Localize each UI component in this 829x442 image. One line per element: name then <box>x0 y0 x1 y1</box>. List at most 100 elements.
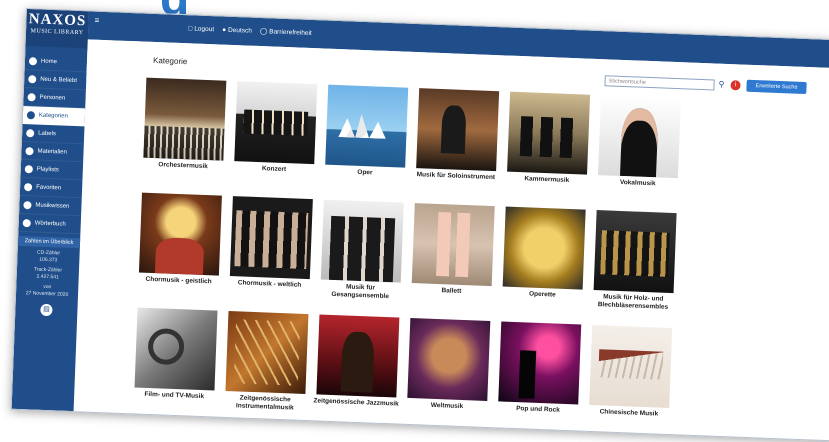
language-label: Deutsch <box>227 26 253 35</box>
category-thumbnail[interactable] <box>143 77 227 161</box>
app-window: NAXOS MUSIC LIBRARY Home Neu & Beliebt P… <box>10 8 829 442</box>
category-tile[interactable]: Zeitgenössische Jazzmusik <box>311 314 403 429</box>
category-thumbnail[interactable] <box>316 314 400 398</box>
track-counter-value: 2.427.541 <box>36 273 59 281</box>
document-icon <box>25 146 34 155</box>
category-thumbnail[interactable] <box>138 192 222 276</box>
naxos-logo[interactable]: NAXOS MUSIC LIBRARY <box>25 9 89 49</box>
category-tile[interactable]: Weltmusik <box>402 317 494 433</box>
sidebar-item-playlists[interactable]: Playlists <box>20 159 84 181</box>
search-icon[interactable]: ⚲ <box>718 80 724 89</box>
category-label[interactable]: Pop und Rock <box>494 404 582 415</box>
cd-counter: CD-Zähler 106.373 <box>17 249 79 265</box>
page-title: Kategorie <box>152 55 188 67</box>
category-thumbnail[interactable] <box>411 203 495 287</box>
sidebar: NAXOS MUSIC LIBRARY Home Neu & Beliebt P… <box>11 9 89 412</box>
category-tile[interactable]: Chinesische Musik <box>584 324 676 440</box>
category-grid: Orchestermusik Konzert Oper Musik für Soloi… <box>129 77 685 441</box>
category-thumbnail[interactable] <box>598 95 682 179</box>
category-thumbnail[interactable] <box>416 88 500 172</box>
category-label[interactable]: Operette <box>498 289 586 300</box>
category-thumbnail[interactable] <box>320 199 404 283</box>
category-label[interactable]: Vokalmusik <box>594 178 682 189</box>
home-icon <box>28 56 38 65</box>
category-label[interactable]: Orchestermusik <box>139 160 227 171</box>
sidebar-nav: Home Neu & Beliebt Personen Kategorien L… <box>18 52 88 235</box>
category-thumbnail[interactable] <box>507 91 591 175</box>
sidebar-item-people[interactable]: Personen <box>23 87 86 109</box>
category-label[interactable]: Ballett <box>407 286 495 297</box>
category-label[interactable]: Musik für Holz- und Blechbläserensembles <box>589 293 678 312</box>
sidebar-item-label: Musikwissen <box>35 202 70 210</box>
category-label[interactable]: Oper <box>321 167 409 178</box>
menu-toggle-icon[interactable]: ≡ <box>94 16 99 25</box>
sidebar-item-label: Wörterbuch <box>34 219 66 228</box>
advanced-search-button[interactable]: Erweiterte Suche <box>746 79 807 95</box>
category-tile[interactable]: Oper <box>320 84 412 200</box>
dictionary-icon <box>22 218 31 227</box>
sidebar-item-labels[interactable]: Labels <box>21 123 85 145</box>
category-thumbnail[interactable] <box>589 324 673 408</box>
category-tile[interactable]: Kammermusik <box>502 91 594 206</box>
category-thumbnail[interactable] <box>134 307 218 391</box>
category-thumbnail[interactable] <box>325 84 409 168</box>
category-label[interactable]: Chinesische Musik <box>585 408 673 419</box>
sidebar-item-new-popular[interactable]: Neu & Beliebt <box>23 69 87 91</box>
category-thumbnail[interactable] <box>498 321 582 405</box>
sidebar-item-dictionary[interactable]: Wörterbuch <box>18 213 82 235</box>
category-tile[interactable]: Ballett <box>407 203 499 318</box>
sidebar-item-materials[interactable]: Materialien <box>21 141 84 163</box>
category-label[interactable]: Konzert <box>230 164 318 175</box>
sidebar-item-label: Playlists <box>36 166 59 173</box>
category-label[interactable]: Zeitgenössische Instrumentalmusik <box>221 394 310 413</box>
category-label[interactable]: Musik für Gesangsensemble <box>316 282 405 301</box>
category-tile[interactable]: Musik für Gesangsensemble <box>316 199 408 314</box>
category-tile[interactable]: Vokalmusik <box>593 95 685 210</box>
category-tile[interactable]: Musik für Holz- und Blechbläserensembles <box>588 210 680 325</box>
category-tile[interactable]: Chormusik - geistlich <box>134 192 226 307</box>
sidebar-item-label: Labels <box>38 130 56 137</box>
playlist-icon <box>24 164 33 173</box>
database-icon[interactable]: ▤ <box>40 303 53 317</box>
category-tile[interactable]: Zeitgenössische Instrumentalmusik <box>220 310 312 426</box>
sidebar-item-label: Materialien <box>37 148 67 156</box>
logout-label: Logout <box>194 24 215 33</box>
category-thumbnail[interactable] <box>593 210 677 294</box>
stats-box[interactable]: Zahlen im Überblick <box>17 235 81 249</box>
category-thumbnail[interactable] <box>229 196 313 280</box>
category-tile[interactable]: Orchestermusik <box>138 77 230 193</box>
category-thumbnail[interactable] <box>502 206 586 290</box>
sidebar-item-label: Favoriten <box>36 184 62 191</box>
logout-icon: □ <box>188 24 193 32</box>
category-tile[interactable]: Chormusik - weltlich <box>225 196 317 311</box>
category-label[interactable]: Kammermusik <box>503 174 591 185</box>
sidebar-item-label: Home <box>40 58 58 65</box>
heart-icon <box>23 182 33 191</box>
category-tile[interactable]: Operette <box>497 206 589 321</box>
counter-date-value: 27 November 2020 <box>25 290 69 298</box>
category-label[interactable]: Chormusik - weltlich <box>225 279 313 290</box>
category-tile[interactable]: Konzert <box>229 81 321 196</box>
accessibility-link[interactable]: ◯ Barrierefreiheit <box>260 27 312 37</box>
category-thumbnail[interactable] <box>407 317 491 401</box>
category-thumbnail[interactable] <box>225 310 309 395</box>
globe-icon: ● <box>222 26 227 34</box>
logout-link[interactable]: □ Logout <box>188 24 214 33</box>
category-tile[interactable]: Musik für Soloinstrument <box>411 88 503 203</box>
category-label[interactable]: Zeitgenössische Jazzmusik <box>312 397 400 408</box>
sidebar-item-home[interactable]: Home <box>24 52 88 73</box>
category-label[interactable]: Weltmusik <box>403 401 491 412</box>
sidebar-item-favorites[interactable]: Favoriten <box>19 177 83 199</box>
sidebar-item-categories[interactable]: Kategorien <box>22 105 86 127</box>
category-label[interactable]: Film- und TV-Musik <box>130 390 218 401</box>
category-label[interactable]: Musik für Soloinstrument <box>412 171 500 182</box>
category-tile[interactable]: Film- und TV-Musik <box>129 307 221 422</box>
sidebar-item-label: Neu & Beliebt <box>40 76 78 84</box>
category-thumbnail[interactable] <box>234 81 318 165</box>
sidebar-item-music-knowledge[interactable]: Musikwissen <box>19 195 82 217</box>
category-tile[interactable]: Pop und Rock <box>493 321 585 436</box>
person-icon <box>27 92 36 101</box>
cd-counter-value: 106.373 <box>39 256 58 264</box>
language-link[interactable]: ● Deutsch <box>222 26 252 35</box>
category-label[interactable]: Chormusik - geistlich <box>135 275 223 286</box>
